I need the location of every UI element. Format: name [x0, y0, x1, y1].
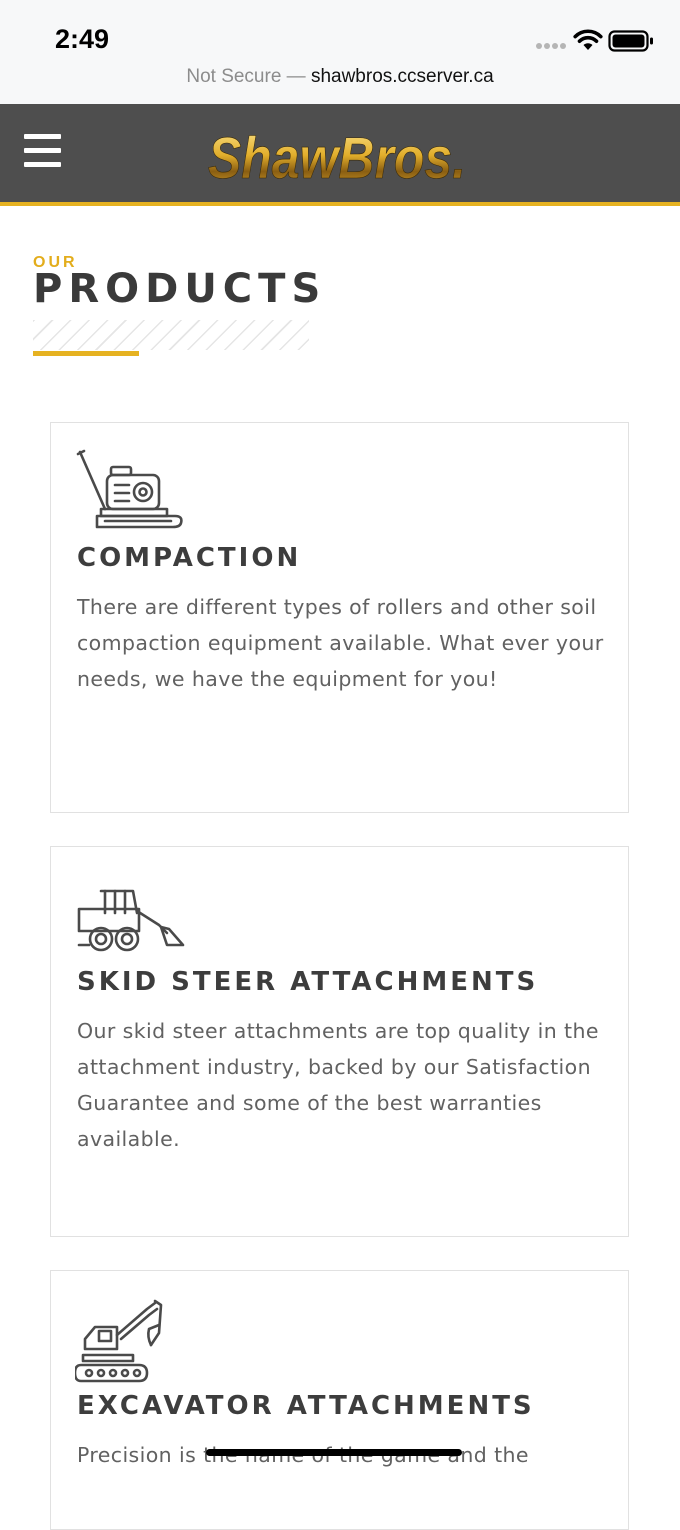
shawbros-logo[interactable]: ShawBros. [206, 116, 476, 190]
plate-compactor-icon [76, 449, 183, 529]
product-card-skid-steer[interactable]: SKID STEER ATTACHMENTS Our skid steer at… [50, 846, 629, 1237]
hatch-decoration [33, 320, 309, 350]
battery-icon [608, 30, 653, 52]
status-time: 2:49 [55, 24, 110, 54]
svg-text:ShawBros.: ShawBros. [208, 126, 466, 190]
product-description: There are different types of rollers and… [77, 595, 604, 691]
section-title: PRODUCTS [33, 266, 327, 312]
home-indicator[interactable] [206, 1449, 462, 1456]
address-bar[interactable]: Not Secure — shawbros.ccserver.ca [0, 66, 680, 88]
product-card-compaction[interactable]: COMPACTION There are different types of … [50, 422, 629, 813]
title-underline [33, 351, 139, 356]
product-title: SKID STEER ATTACHMENTS [77, 967, 539, 997]
site-header: ShawBros. [0, 104, 680, 206]
product-description: Our skid steer attachments are top quali… [77, 1019, 599, 1151]
hamburger-menu-icon[interactable] [24, 134, 62, 170]
product-title: EXCAVATOR ATTACHMENTS [77, 1391, 535, 1421]
product-title: COMPACTION [77, 543, 302, 573]
security-label: Not Secure — [186, 66, 306, 87]
url-host: shawbros.ccserver.ca [310, 66, 494, 87]
skid-steer-icon [77, 889, 185, 952]
product-card-excavator[interactable]: EXCAVATOR ATTACHMENTS Precision is the n… [50, 1270, 629, 1530]
cellular-signal-icon [536, 43, 566, 49]
excavator-icon [75, 1299, 163, 1383]
wifi-icon [573, 29, 603, 50]
status-bar: 2:49 Not Secure — shawbros.ccserver.ca [0, 0, 680, 104]
